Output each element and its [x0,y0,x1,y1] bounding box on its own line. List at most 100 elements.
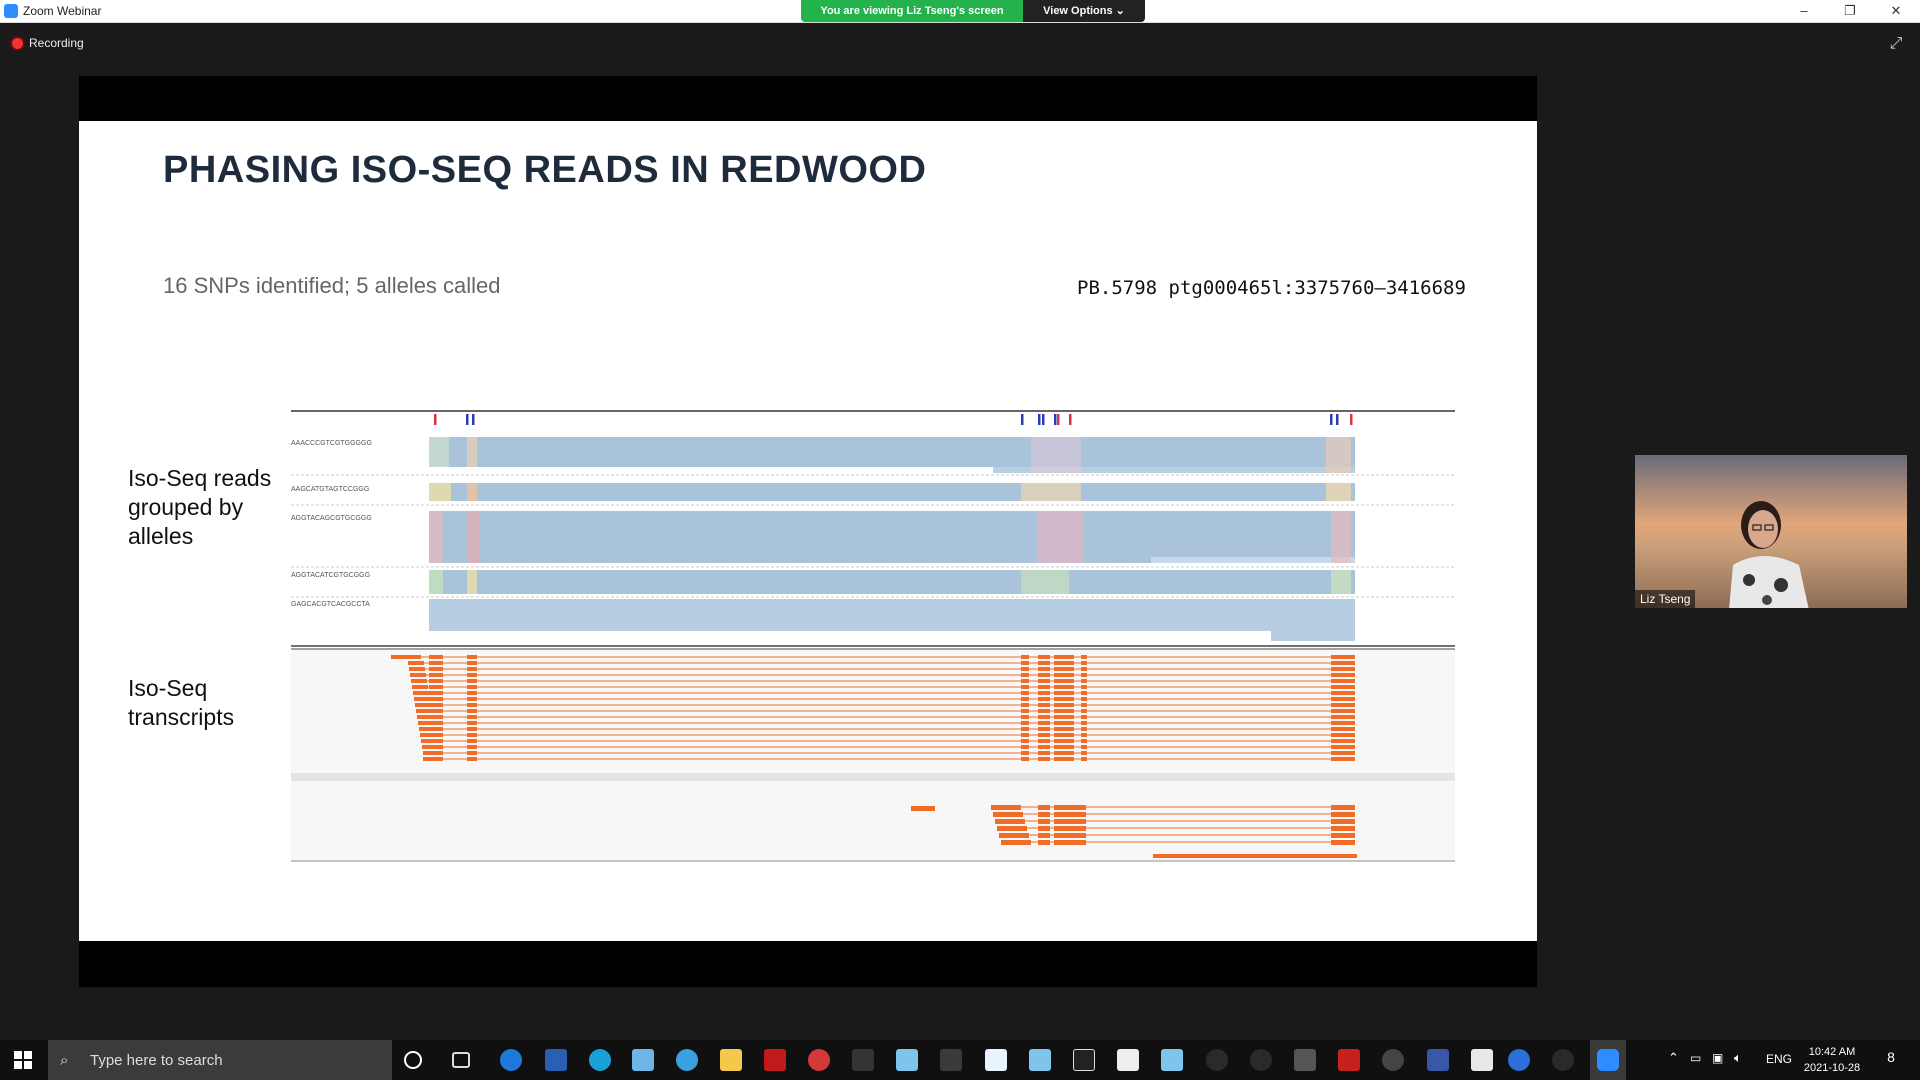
transcript-exon [467,691,477,695]
pdf-app-icon[interactable] [764,1049,786,1071]
wordpress-icon[interactable] [1294,1049,1316,1071]
transcript-exon [429,673,443,677]
transcript-exon [467,661,477,665]
app-icon[interactable] [1427,1049,1449,1071]
transcript-exon [1021,757,1029,761]
transcript-exon [999,833,1029,838]
app-icon[interactable] [1250,1049,1272,1071]
presentation-slide: PHASING ISO-SEQ READS IN REDWOOD 16 SNPs… [79,121,1537,941]
transcript-exon [1331,697,1355,701]
transcript-exon [1081,733,1087,737]
transcript-exon [1038,697,1050,701]
transcript-exon [1021,733,1029,737]
start-button[interactable] [0,1040,46,1080]
participant-video[interactable]: Liz Tseng [1635,455,1907,608]
transcript-exon [1054,655,1074,659]
transcript-exon [1054,673,1074,677]
snp-marker [1054,414,1057,425]
network-icon[interactable]: ▣ [1712,1051,1723,1065]
allele-group: AAGCATGTAGTCCGGG [291,483,1355,501]
restore-button[interactable]: ❐ [1827,0,1873,23]
recording-indicator[interactable]: Recording [12,34,84,52]
language-indicator[interactable]: ENG [1766,1052,1792,1066]
transcript-exon [1021,709,1029,713]
read-block [429,483,1355,501]
participant-name: Liz Tseng [1635,590,1696,608]
app-icon[interactable] [1471,1049,1493,1071]
chevron-up-icon[interactable]: ⌃ [1668,1050,1679,1066]
transcript-exon [429,751,443,755]
app-icon[interactable] [1117,1049,1139,1071]
transcript-exon [415,703,431,707]
allele-label: AGGTACAGCGTGCGGG [291,515,372,522]
slide-subtitle: 16 SNPs identified; 5 alleles called [163,273,501,298]
transcript-exon [429,703,443,707]
transcript-exon [1001,840,1031,845]
minimize-button[interactable]: – [1781,0,1827,23]
transcript-exon [1054,703,1074,707]
transcript-exon [1331,727,1355,731]
notification-center-icon[interactable]: 8 [1880,1049,1902,1071]
transcript-exon [1038,805,1050,810]
app-icon[interactable] [632,1049,654,1071]
transcript-exon [429,739,443,743]
r-app-icon[interactable] [1508,1049,1530,1071]
transcript-exon [1038,673,1050,677]
transcript-exon [1331,679,1355,683]
file-explorer-icon[interactable] [720,1049,742,1071]
transcript-exon [1021,745,1029,749]
transcript-exon [467,655,477,659]
transcript-exon [1331,667,1355,671]
close-button[interactable]: ✕ [1873,0,1919,23]
app-icon[interactable] [896,1049,918,1071]
transcript-exon [467,685,477,689]
transcript-exon [1054,715,1074,719]
github-icon[interactable] [1382,1049,1404,1071]
globe-app-icon[interactable] [676,1049,698,1071]
meet-now-icon[interactable]: ▭ [1690,1051,1701,1065]
transcript-exon [467,697,477,701]
view-options-button[interactable]: View Options ⌄ [1023,0,1145,22]
graduation-cap-icon[interactable] [852,1049,874,1071]
transcript-exon [1331,751,1355,755]
transcript-exon [1038,757,1050,761]
shared-screen: PHASING ISO-SEQ READS IN REDWOOD 16 SNPs… [79,76,1537,987]
read-block [429,599,1355,631]
system-clock[interactable]: 10:42 AM 2021-10-28 [1795,1044,1869,1076]
transcript-exon [1038,727,1050,731]
edge-browser-icon[interactable] [589,1049,611,1071]
transcript-exon [467,709,477,713]
taskbar-search[interactable]: ⌕ Type here to search [48,1040,392,1080]
app-icon[interactable] [1206,1049,1228,1071]
task-view-icon[interactable] [452,1052,470,1068]
clock-date: 2021-10-28 [1803,1062,1861,1074]
volume-icon[interactable]: 🔈︎ [1734,1050,1742,1066]
transcript-exon [1081,673,1087,677]
app-icon[interactable] [985,1049,1007,1071]
app-icon[interactable] [808,1049,830,1071]
fullscreen-icon[interactable]: ⤢ [1886,34,1906,54]
calendar-app-icon[interactable] [545,1049,567,1071]
app-icon[interactable] [940,1049,962,1071]
cortana-icon[interactable] [404,1051,422,1069]
app-icon[interactable] [1161,1049,1183,1071]
snp-column [467,511,479,563]
word-app-icon[interactable] [1073,1049,1095,1071]
transcript-exon [1331,685,1355,689]
app-icon[interactable] [1552,1049,1574,1071]
read-block [429,511,1355,563]
transcript-exon [1038,739,1050,743]
allele-group: AAACCCGTCGTGGGGG [291,437,1355,473]
transcript-exon [1081,739,1087,743]
windows-taskbar: ⌕ Type here to search ⌃ ▭ ▣ 🔈︎ ENG 10:42… [0,1040,1920,1080]
transcript-exon [995,819,1025,824]
transcript-exon [1054,697,1074,701]
app-icon[interactable] [1029,1049,1051,1071]
ie-browser-icon[interactable] [500,1049,522,1071]
snp-marker [472,414,475,425]
transcript-exon [1331,655,1355,659]
app-icon[interactable] [1338,1049,1360,1071]
read-block [429,570,1355,594]
snp-column [429,511,443,563]
transcript-exon [1331,691,1355,695]
